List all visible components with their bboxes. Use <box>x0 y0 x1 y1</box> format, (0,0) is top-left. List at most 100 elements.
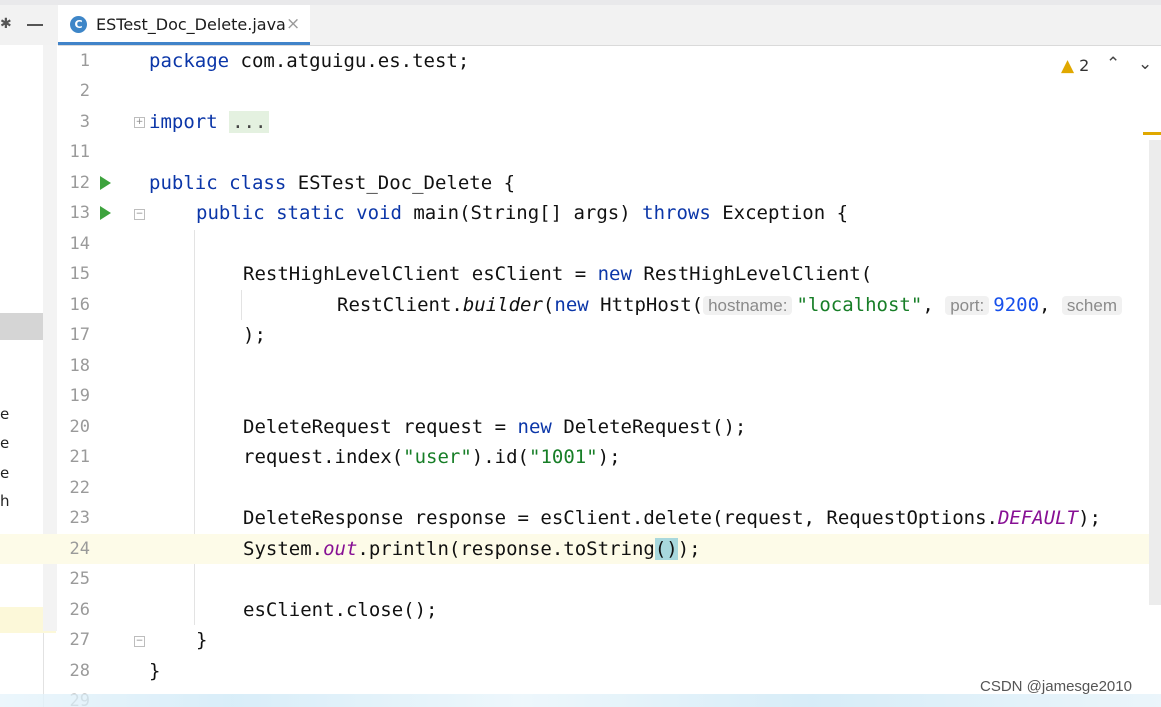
line-number: 21 <box>69 447 90 467</box>
code-text: ESTest_Doc_Delete { <box>286 172 516 194</box>
code-text: , <box>922 294 946 316</box>
folded-imports[interactable]: ... <box>229 111 270 133</box>
line-number: 13 <box>69 203 90 223</box>
code-text: RestHighLevelClient esClient = <box>243 263 598 285</box>
chevron-down-icon[interactable]: ⌄ <box>1138 54 1152 74</box>
line-number: 24 <box>69 539 90 559</box>
line-number: 12 <box>69 173 90 193</box>
code-line[interactable]: 15 RestHighLevelClient esClient = new Re… <box>0 259 1161 289</box>
line-number: 16 <box>69 295 90 315</box>
line-number: 3 <box>79 112 90 132</box>
watermark: CSDN @jamesge2010 <box>980 678 1132 695</box>
keyword: new <box>597 263 632 285</box>
fold-collapse-icon[interactable]: − <box>134 209 145 220</box>
code-line[interactable]: 21 request.index("user").id("1001"); <box>0 442 1161 472</box>
line-number: 14 <box>69 234 90 254</box>
code-line[interactable]: 20 DeleteRequest request = new DeleteReq… <box>0 412 1161 442</box>
code-line[interactable]: 19 <box>0 381 1161 411</box>
editor-tab[interactable]: C ESTest_Doc_Delete.java × <box>58 5 310 45</box>
method-name: builder <box>462 294 543 316</box>
minimize-icon[interactable] <box>27 24 43 26</box>
code-line[interactable]: 26 esClient.close(); <box>0 595 1161 625</box>
keyword: new <box>517 416 552 438</box>
line-number: 17 <box>69 325 90 345</box>
fold-expand-icon[interactable]: + <box>134 117 145 128</box>
code-text: System. <box>243 538 324 560</box>
code-text: ); <box>597 446 621 468</box>
keyword: import <box>149 111 218 133</box>
line-number: 25 <box>69 569 90 589</box>
line-number: 15 <box>69 264 90 284</box>
code-line[interactable]: 16 RestClient.builder(new HttpHost(hostn… <box>0 290 1161 320</box>
code-line[interactable]: 18 <box>0 351 1161 381</box>
code-text: main(String[] args) <box>401 202 643 224</box>
keyword: public static void <box>196 202 402 224</box>
current-code-line[interactable]: 24 System.out.println(response.toString(… <box>0 534 1161 564</box>
string-literal: "user" <box>403 446 472 468</box>
line-number: 19 <box>69 386 90 406</box>
parameter-hint: hostname: <box>703 296 793 315</box>
run-icon[interactable] <box>100 176 111 190</box>
line-number: 22 <box>69 478 90 498</box>
code-line[interactable]: 1 package com.atguigu.es.test; <box>0 46 1161 76</box>
line-number: 28 <box>69 661 90 681</box>
code-text: request.index( <box>243 446 404 468</box>
code-text: com.atguigu.es.test; <box>229 50 470 72</box>
keyword: new <box>554 294 589 316</box>
tab-label: ESTest_Doc_Delete.java <box>96 15 286 34</box>
line-number: 27 <box>69 630 90 650</box>
java-class-icon: C <box>70 16 87 33</box>
editor-tab-bar: C ESTest_Doc_Delete.java × <box>58 5 1161 46</box>
code-text: DeleteRequest(); <box>551 416 747 438</box>
line-number: 18 <box>69 356 90 376</box>
code-line[interactable]: 13 − public static void main(String[] ar… <box>0 198 1161 228</box>
code-text: Exception { <box>710 202 849 224</box>
code-text: DeleteResponse response = esClient.delet… <box>243 507 998 529</box>
code-line[interactable]: 11 <box>0 137 1161 167</box>
matched-parens: () <box>654 538 678 560</box>
parameter-hint: schem <box>1061 296 1122 315</box>
warning-marker[interactable] <box>1143 132 1161 135</box>
line-number: 23 <box>69 508 90 528</box>
fold-collapse-icon[interactable]: − <box>134 636 145 647</box>
chevron-up-icon[interactable]: ⌃ <box>1106 54 1120 74</box>
string-literal: "1001" <box>529 446 598 468</box>
code-line[interactable]: 22 <box>0 473 1161 503</box>
line-number: 2 <box>79 81 90 101</box>
code-text: ); <box>677 538 701 560</box>
line-number: 26 <box>69 600 90 620</box>
code-line[interactable]: 12 public class ESTest_Doc_Delete { <box>0 168 1161 198</box>
constant: DEFAULT <box>997 507 1079 529</box>
code-text: esClient.close(); <box>243 599 438 621</box>
code-text: ( <box>542 294 555 316</box>
code-line[interactable]: 23 DeleteResponse response = esClient.de… <box>0 503 1161 533</box>
bottom-overlay <box>0 694 1161 707</box>
line-number: 11 <box>69 142 90 162</box>
code-text: } <box>196 629 208 651</box>
run-icon[interactable] <box>100 206 111 220</box>
code-text: .println(response.toString <box>357 538 655 560</box>
code-text: ); <box>243 324 266 346</box>
code-text: DeleteRequest request = <box>243 416 518 438</box>
keyword: package <box>149 50 230 72</box>
code-line[interactable]: 17 ); <box>0 320 1161 350</box>
code-line[interactable]: 14 <box>0 229 1161 259</box>
code-text: } <box>149 660 161 682</box>
line-number: 20 <box>69 417 90 437</box>
keyword: throws <box>642 202 711 224</box>
code-line[interactable]: 2 <box>0 76 1161 106</box>
settings-icon[interactable]: ✱ <box>0 16 12 32</box>
editor-scrollbar[interactable] <box>1149 140 1161 605</box>
close-icon[interactable]: × <box>286 14 300 34</box>
code-text: , <box>1039 294 1062 316</box>
project-panel-toolbar: ✱ <box>0 5 58 45</box>
code-line[interactable]: 3 + import ... <box>0 107 1161 137</box>
static-field: out <box>323 538 358 560</box>
code-line[interactable]: 25 <box>0 564 1161 594</box>
code-text: ).id( <box>471 446 529 468</box>
code-text: RestClient. <box>337 294 463 316</box>
warnings-indicator[interactable]: ▲ 2 <box>1061 56 1089 76</box>
code-line[interactable]: 27 − } <box>0 625 1161 655</box>
line-number: 1 <box>79 51 90 71</box>
keyword: public class <box>149 172 287 194</box>
